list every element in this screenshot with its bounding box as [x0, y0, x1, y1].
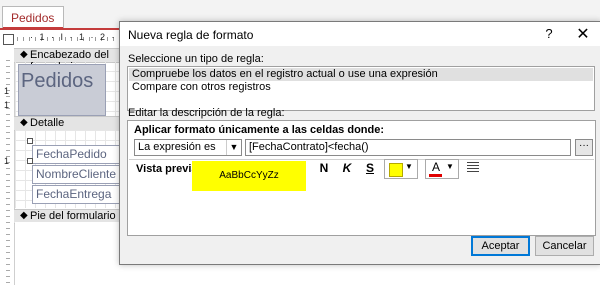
italic-button[interactable]: K: [341, 161, 353, 175]
condition-select[interactable]: La expresión es ▼: [134, 139, 242, 156]
footer-section-area: [15, 222, 120, 287]
rule-type-item-compare[interactable]: Compare con otros registros: [129, 81, 593, 94]
cancel-button[interactable]: Cancelar: [535, 236, 594, 256]
chevron-down-icon: ▼: [405, 162, 413, 171]
field-handle[interactable]: [27, 138, 33, 144]
bold-button[interactable]: N: [318, 161, 330, 175]
vertical-ruler-number: 1: [4, 86, 10, 96]
section-arrow-icon: ◆: [20, 49, 28, 60]
field-label: FechaPedido: [36, 147, 107, 161]
new-format-rule-dialog: Nueva regla de formato ? ✕ Seleccione un…: [119, 21, 600, 265]
document-tab-pedidos[interactable]: Pedidos: [2, 6, 64, 29]
chevron-down-icon: ▼: [446, 162, 454, 171]
field-handle[interactable]: [27, 158, 33, 164]
field-fechaentrega[interactable]: FechaEntrega: [32, 185, 122, 204]
dialog-title: Nueva regla de formato: [128, 28, 254, 42]
edit-rule-panel: Aplicar formato únicamente a las celdas …: [127, 120, 596, 236]
vertical-ruler-number: 1: [4, 156, 10, 166]
section-detail-label: Detalle: [30, 117, 65, 129]
help-icon[interactable]: ?: [541, 26, 557, 41]
vertical-ruler-number: 1: [4, 100, 10, 110]
fill-color-button[interactable]: ▼: [384, 159, 418, 179]
rule-type-text: Compruebe los datos en el registro actua…: [132, 68, 438, 80]
expression-builder-button[interactable]: ···: [575, 139, 593, 156]
section-footer-label: Pie del formulario: [30, 210, 116, 222]
document-tab-label: Pedidos: [11, 11, 55, 25]
close-icon[interactable]: ✕: [575, 24, 591, 44]
font-color-button[interactable]: A ▼: [425, 159, 459, 179]
apply-format-label: Aplicar formato únicamente a las celdas …: [134, 124, 385, 136]
align-lines-icon[interactable]: [467, 162, 479, 172]
accept-button[interactable]: Aceptar: [471, 236, 530, 256]
field-fechapedido[interactable]: FechaPedido: [32, 145, 122, 164]
underline-button[interactable]: S: [364, 161, 376, 175]
expression-value: [FechaContrato]<fecha(): [249, 141, 369, 153]
font-color-bar: [429, 174, 442, 177]
font-color-letter: A: [432, 160, 441, 174]
condition-value: La expresión es: [138, 141, 216, 153]
rule-type-item-expression[interactable]: Compruebe los datos en el registro actua…: [129, 68, 593, 81]
field-label: FechaEntrega: [36, 187, 112, 201]
edit-rule-description-label: Editar la descripción de la regla:: [128, 107, 285, 119]
form-title-text: Pedidos: [21, 70, 94, 92]
section-arrow-icon: ◆: [20, 117, 28, 128]
section-arrow-icon: ◆: [20, 210, 28, 221]
rule-type-list[interactable]: Compruebe los datos en el registro actua…: [127, 66, 595, 111]
divider: [129, 159, 594, 160]
format-preview: AaBbCcYyZz: [192, 161, 306, 191]
expression-input[interactable]: [FechaContrato]<fecha(): [245, 139, 571, 156]
select-rule-type-label: Seleccione un tipo de regla:: [128, 53, 264, 65]
paint-bucket-icon: [389, 163, 403, 177]
form-selector[interactable]: [3, 34, 14, 45]
form-title-label[interactable]: Pedidos: [18, 64, 106, 116]
chevron-down-icon[interactable]: ▼: [226, 140, 241, 155]
rule-type-text: Compare con otros registros: [132, 81, 271, 93]
horizontal-ruler-numbers: · 1 · I · 1 · 2 · 3: [30, 32, 129, 42]
field-label: NombreCliente: [36, 167, 117, 181]
dialog-titlebar: Nueva regla de formato ? ✕: [120, 22, 600, 46]
section-bar-detail[interactable]: ◆ Detalle: [14, 116, 134, 131]
field-nombrecliente[interactable]: NombreCliente: [32, 165, 122, 184]
